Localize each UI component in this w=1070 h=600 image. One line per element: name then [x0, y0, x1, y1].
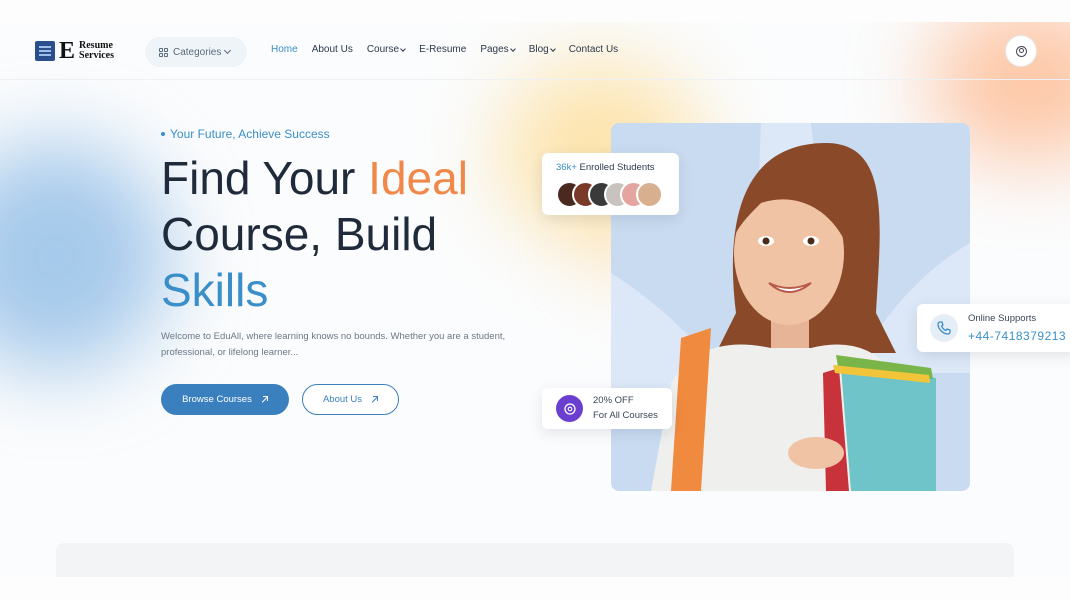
hero-title-part-2: Course, Build [161, 208, 438, 260]
chevron-down-icon [509, 45, 516, 52]
avatar [636, 181, 663, 208]
hero-title-highlight-ideal: Ideal [368, 152, 468, 204]
hero-title: Find Your Ideal Course, Build Skills [161, 150, 561, 318]
nav-item-course[interactable]: Course [367, 44, 406, 55]
chevron-down-icon [224, 46, 232, 54]
nav-item-home[interactable]: Home [271, 44, 298, 55]
about-us-button[interactable]: About Us [302, 384, 399, 415]
nav-item-blog[interactable]: Blog [529, 44, 556, 55]
discount-amount: 20% OFF [593, 395, 634, 406]
enrolled-text: Enrolled Students [579, 162, 655, 173]
landing-page: E Resume Services Categories Home About … [0, 22, 1070, 577]
site-logo[interactable]: E Resume Services [35, 38, 114, 64]
online-support-title: Online Supports [968, 313, 1037, 324]
logo-letter: E [59, 38, 76, 64]
browse-courses-label: Browse Courses [182, 394, 252, 405]
hero-tagline: Your Future, Achieve Success [161, 127, 330, 141]
nav-item-contact-us[interactable]: Contact Us [569, 44, 618, 55]
about-us-label: About Us [322, 394, 363, 405]
nav-link-about-us[interactable]: About Us [312, 44, 353, 55]
nav-item-about-us[interactable]: About Us [312, 44, 353, 55]
nav-link-home[interactable]: Home [271, 44, 298, 55]
page: E Resume Services Categories Home About … [0, 0, 1070, 600]
discount-card: 20% OFF For All Courses [542, 388, 672, 429]
grid-icon [159, 47, 168, 57]
logo-text: Resume Services [79, 41, 114, 61]
categories-button[interactable]: Categories [145, 37, 247, 67]
badge-percent-icon [556, 395, 583, 422]
hero-title-part-1: Find Your [161, 152, 369, 204]
categories-label: Categories [173, 46, 222, 58]
enrolled-students-label: 36k+ Enrolled Students [556, 162, 655, 173]
nav-link-course[interactable]: Course [367, 44, 399, 55]
arrow-up-right-icon [260, 395, 268, 404]
chevron-down-icon [549, 45, 556, 52]
next-section-panel [56, 543, 1014, 577]
decor-blob-blue [0, 142, 170, 372]
nav-item-e-resume[interactable]: E-Resume [419, 44, 466, 55]
nav-item-pages[interactable]: Pages [480, 44, 516, 55]
nav-link-blog[interactable]: Blog [529, 44, 549, 55]
discount-scope: For All Courses [593, 410, 658, 421]
site-header: E Resume Services Categories Home About … [0, 22, 1070, 80]
browse-courses-button[interactable]: Browse Courses [161, 384, 289, 415]
enrolled-students-card: 36k+ Enrolled Students [542, 153, 679, 215]
bullet-dot-icon [161, 132, 165, 136]
nav-link-e-resume[interactable]: E-Resume [419, 44, 466, 55]
hero-tagline-text: Your Future, Achieve Success [170, 127, 330, 141]
hero-title-highlight-skills: Skills [161, 264, 269, 316]
user-account-button[interactable] [1006, 36, 1036, 66]
user-circle-icon [1015, 45, 1027, 57]
nav-link-contact-us[interactable]: Contact Us [569, 44, 618, 55]
enrolled-count: 36k+ [556, 162, 577, 173]
support-phone-number[interactable]: +44-7418379213 [968, 329, 1066, 343]
online-support-card[interactable]: Online Supports +44-7418379213 [917, 304, 1070, 352]
main-nav: Home About Us Course E-Resume Pages Blog… [271, 44, 632, 55]
nav-link-pages[interactable]: Pages [480, 44, 508, 55]
chevron-down-icon [400, 45, 406, 52]
scroll-logo-icon [35, 39, 57, 63]
phone-icon [930, 314, 958, 342]
logo-line-2: Services [79, 50, 115, 61]
hero-description: Welcome to EduAll, where learning knows … [161, 331, 506, 358]
arrow-up-right-icon [370, 395, 379, 404]
